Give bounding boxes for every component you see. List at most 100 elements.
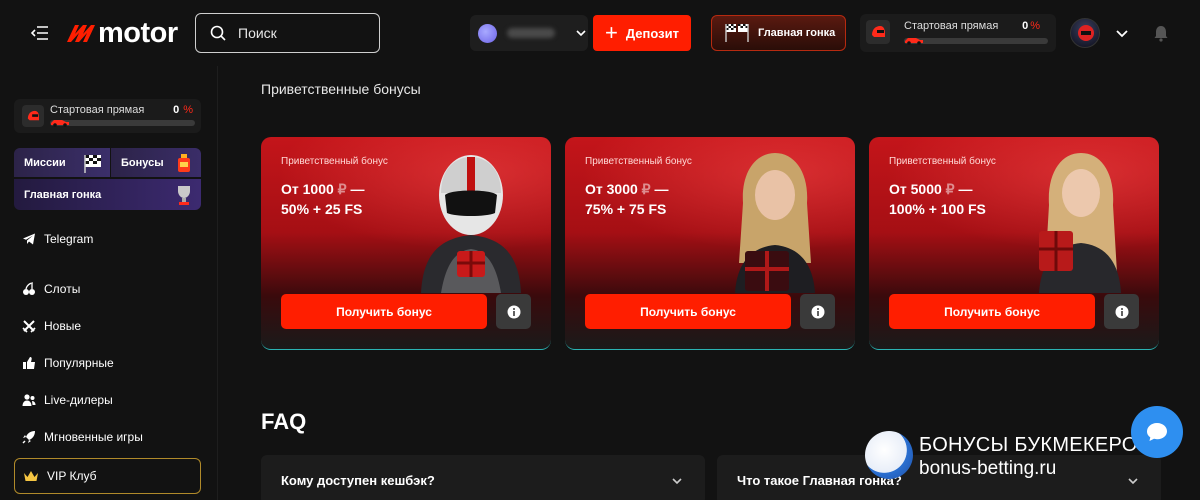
starting-line-widget[interactable]: Стартовая прямая 0% [860, 14, 1056, 52]
sidebar-panel: Стартовая прямая 0% Миссии Бонусы Главна… [0, 66, 218, 500]
get-bonus-button[interactable]: Получить бонус [281, 294, 487, 329]
bonus-card-amount: От 5000 ₽ — 100% + 100 FS [889, 181, 986, 217]
crown-icon [24, 471, 38, 481]
currency-icon: ₽ [337, 181, 347, 197]
currency-coin-icon [478, 23, 497, 43]
bonus-card-bonus: 50% + 25 FS [281, 201, 363, 217]
bonus-info-button[interactable] [1104, 294, 1139, 329]
bonus-card-amount: От 3000 ₽ — 75% + 75 FS [585, 181, 669, 217]
race-progress-track [904, 38, 1048, 44]
welcome-bonuses-title: Приветственные бонусы [261, 81, 421, 97]
race-percent: 0% [1022, 20, 1040, 32]
bonus-card-label: Приветственный бонус [585, 156, 692, 167]
sidebar-item-slots[interactable]: Слоты [22, 282, 80, 296]
bonus-card-amount: От 1000 ₽ — 50% + 25 FS [281, 181, 365, 217]
sidebar-item-label: Слоты [44, 282, 81, 296]
sidebar-promo-tiles: Миссии Бонусы Главная гонка [14, 148, 201, 210]
search-icon [210, 25, 226, 41]
collapse-sidebar-button[interactable] [22, 19, 58, 47]
search-box[interactable] [195, 13, 380, 53]
tile-missions-label: Миссии [24, 156, 66, 169]
bonus-card: Приветственный бонус От 1000 ₽ — 50% + 2… [261, 137, 551, 350]
notifications-bell-icon[interactable] [1152, 24, 1170, 42]
tile-bonuses[interactable]: Бонусы [111, 148, 201, 177]
sidebar-item-vip-club[interactable]: VIP Клуб [14, 458, 201, 494]
cherries-icon [23, 282, 35, 295]
deposit-button[interactable]: + Депозит [593, 15, 691, 51]
chevron-down-icon [576, 30, 586, 37]
faq-question: Кому доступен кешбэк? [281, 472, 435, 488]
top-header: motor + Депозит Главная гонка Стартовая … [0, 0, 1200, 66]
bonus-info-button[interactable] [800, 294, 835, 329]
vip-label: VIP Клуб [47, 469, 97, 483]
helmet-icon [22, 105, 44, 127]
fuel-can-icon [178, 154, 190, 172]
users-icon [22, 394, 36, 406]
soccer-ball-icon [865, 431, 913, 479]
sidebar-item-label: Популярные [44, 356, 114, 370]
checkered-flags-icon [725, 24, 749, 42]
race-car-icon [51, 120, 69, 127]
sidebar-item-telegram[interactable]: Telegram [22, 232, 93, 246]
logo-text: motor [98, 16, 178, 49]
sidebar-item-instant-games[interactable]: Мгновенные игры [22, 430, 143, 444]
faq-title: FAQ [261, 409, 307, 434]
watermark-line2: bonus-betting.ru [919, 458, 1057, 479]
racer-helmet-illustration-icon [421, 155, 521, 293]
plus-icon: + [605, 20, 618, 45]
tile-grand-race[interactable]: Главная гонка [14, 179, 201, 210]
grand-race-label: Главная гонка [758, 27, 836, 39]
chat-bubble-icon [1147, 423, 1167, 441]
sidebar: Стартовая прямая 0% Миссии Бонусы Главна… [0, 66, 220, 500]
sidebar-race-progress-track [50, 120, 195, 126]
sidebar-item-popular[interactable]: Популярные [22, 356, 114, 370]
bonus-info-button[interactable] [496, 294, 531, 329]
bonus-card-bonus: 100% + 100 FS [889, 201, 986, 217]
trophy-icon [178, 186, 190, 205]
telegram-icon [23, 233, 35, 245]
woman-with-gift-illustration-icon [735, 153, 815, 293]
search-input[interactable] [238, 25, 358, 41]
bonus-card-bonus: 75% + 75 FS [585, 201, 667, 217]
get-bonus-button[interactable]: Получить бонус [585, 294, 791, 329]
avatar-helmet-icon [1078, 25, 1094, 41]
sidebar-item-new[interactable]: Новые [22, 319, 81, 333]
tile-missions[interactable]: Миссии [14, 148, 110, 177]
helmet-icon [866, 20, 890, 44]
chevron-down-icon [672, 478, 682, 485]
profile-chevron-down-icon[interactable] [1114, 25, 1130, 41]
sidebar-item-live-dealers[interactable]: Live-дилеры [22, 393, 113, 407]
race-car-icon [905, 38, 923, 45]
deposit-label: Депозит [625, 25, 679, 41]
sidebar-race-percent: 0% [173, 104, 193, 116]
currency-icon: ₽ [945, 181, 955, 197]
info-icon [1115, 305, 1128, 318]
info-icon [811, 305, 824, 318]
faq-item-cashback[interactable]: Кому доступен кешбэк? [261, 455, 705, 500]
sidebar-item-label: Мгновенные игры [44, 430, 143, 444]
get-bonus-button[interactable]: Получить бонус [889, 294, 1095, 329]
woman-racer-with-gift-illustration-icon [1039, 153, 1121, 293]
bonus-card-label: Приветственный бонус [281, 156, 388, 167]
logo-mark-icon [67, 25, 95, 42]
rocket-icon [22, 431, 35, 444]
watermark-line1: БОНУСЫ БУКМЕКЕРОВ [919, 434, 1152, 456]
support-chat-button[interactable] [1131, 406, 1183, 458]
sidebar-starting-line-widget[interactable]: Стартовая прямая 0% [14, 99, 201, 133]
crossed-swords-icon [22, 320, 36, 333]
user-avatar[interactable] [1070, 18, 1100, 48]
site-logo[interactable]: motor [66, 16, 178, 50]
bonus-card: Приветственный бонус От 3000 ₽ — 75% + 7… [565, 137, 855, 350]
sidebar-item-label: Telegram [44, 232, 94, 246]
sidebar-race-title: Стартовая прямая [50, 104, 145, 116]
info-icon [507, 305, 520, 318]
grand-race-button[interactable]: Главная гонка [711, 15, 846, 51]
bonus-card: Приветственный бонус От 5000 ₽ — 100% + … [869, 137, 1159, 350]
thumbs-up-icon [23, 357, 35, 369]
balance-selector[interactable] [470, 15, 588, 51]
sidebar-item-label: Новые [44, 319, 82, 333]
tile-bonuses-label: Бонусы [121, 156, 164, 169]
tile-grand-race-label: Главная гонка [24, 188, 102, 201]
race-title: Стартовая прямая [904, 20, 999, 32]
menu-collapse-icon [31, 26, 48, 40]
